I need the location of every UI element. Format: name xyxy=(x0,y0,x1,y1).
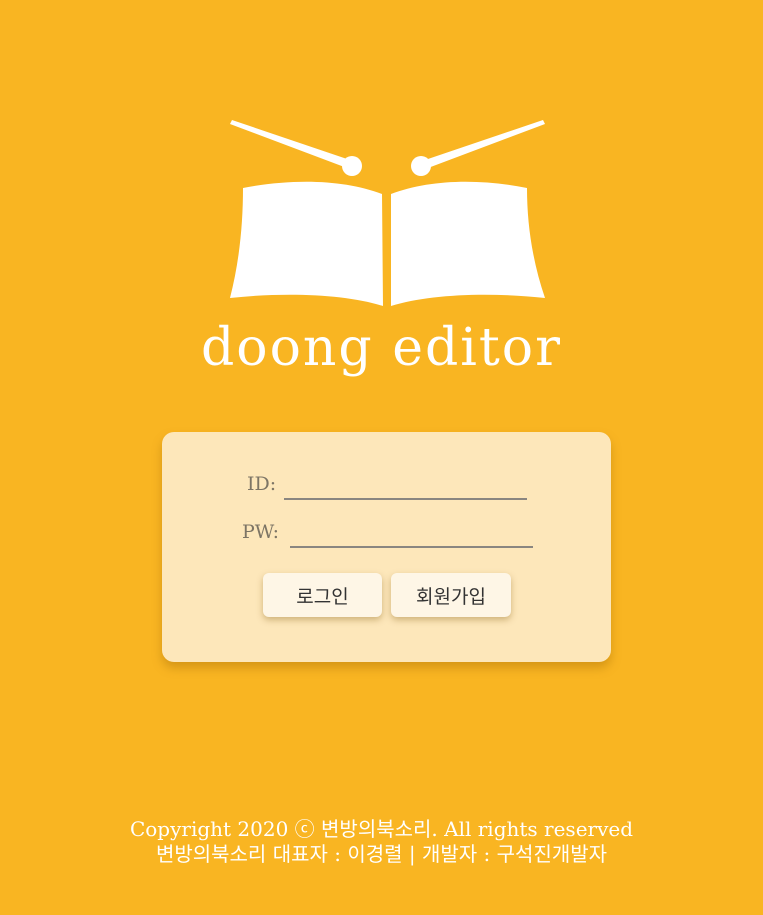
footer: Copyright 2020 ⓒ 변방의북소리. All rights rese… xyxy=(0,817,763,867)
signup-button[interactable]: 회원가입 xyxy=(391,573,511,617)
book-logo-icon xyxy=(225,118,550,310)
id-input[interactable] xyxy=(284,474,527,500)
id-label: ID: xyxy=(247,473,277,495)
brand-title: doong editor xyxy=(201,318,562,378)
pw-label: PW: xyxy=(242,521,280,543)
copyright-text: Copyright 2020 ⓒ 변방의북소리. All rights rese… xyxy=(129,817,634,841)
login-card: ID: PW: 로그인 회원가입 xyxy=(162,432,611,662)
credits-text: 변방의북소리 대표자 : 이경렬 | 개발자 : 구석진개발자 xyxy=(155,842,608,866)
pw-input[interactable] xyxy=(290,522,533,548)
login-button[interactable]: 로그인 xyxy=(263,573,382,617)
